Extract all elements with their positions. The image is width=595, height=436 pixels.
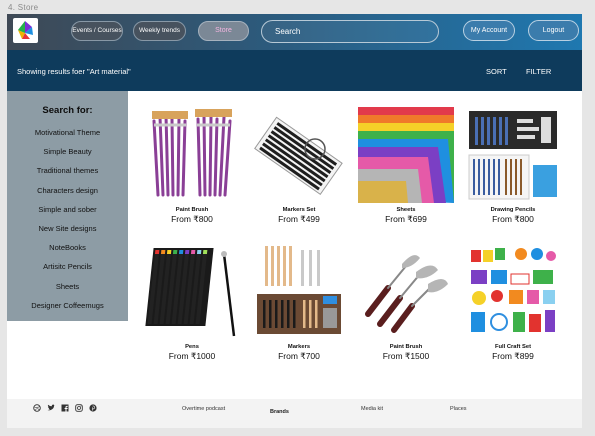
product-price: From ₹800: [492, 214, 534, 224]
sidebar-item-characters-design[interactable]: Characters design: [7, 186, 128, 195]
product-name: Markers Set: [282, 207, 316, 213]
sidebar-item-new-site-designs[interactable]: New Site designs: [7, 224, 128, 233]
sidebar-item-artistic-pencils[interactable]: Artisitc Pencils: [7, 262, 128, 271]
product-price: From ₹499: [278, 214, 320, 224]
facebook-icon[interactable]: [61, 404, 69, 412]
palette-knives-image: [358, 244, 454, 340]
sidebar-item-notebooks[interactable]: NoteBooks: [7, 243, 128, 252]
pinterest-icon[interactable]: [89, 404, 97, 412]
logo[interactable]: [13, 18, 38, 43]
results-summary: Showing results foer "Art material": [17, 67, 131, 76]
header-bar: Events / Courses Weekly trends Store Sea…: [7, 14, 582, 50]
product-name: Paint Brush: [389, 344, 423, 350]
sidebar-title: Search for:: [42, 105, 93, 116]
product-name: Markers: [287, 344, 311, 350]
nav-events-courses[interactable]: Events / Courses: [71, 21, 123, 41]
twitter-icon[interactable]: [47, 404, 55, 412]
product-name: Sheets: [396, 207, 416, 213]
product-price: From ₹700: [278, 351, 320, 361]
search-input[interactable]: Search: [261, 20, 439, 43]
glitter-sheets-image: [358, 107, 454, 203]
sidebar-item-motivational-theme[interactable]: Motivational Theme: [7, 128, 128, 137]
logout-button[interactable]: Logout: [528, 20, 579, 41]
product-name: Pens: [185, 344, 199, 350]
markers-set-image: [251, 107, 347, 203]
instagram-icon[interactable]: [75, 404, 83, 412]
product-price: From ₹1500: [382, 351, 430, 361]
paint-brushes-image: [144, 107, 240, 203]
sidebar-item-sheets[interactable]: Sheets: [7, 282, 128, 291]
footer-link-overtime-podcast[interactable]: Overtime podcast: [182, 406, 225, 412]
sidebar-item-designer-coffeemugs[interactable]: Designer Coffeemugs: [7, 301, 128, 310]
product-price: From ₹699: [385, 214, 427, 224]
sort-button[interactable]: SORT: [486, 67, 507, 76]
social-links: [33, 404, 97, 412]
nav-weekly-trends[interactable]: Weekly trends: [133, 21, 186, 41]
product-price: From ₹899: [492, 351, 534, 361]
product-price: From ₹1000: [168, 351, 216, 361]
sidebar-item-simple-and-sober[interactable]: Simple and sober: [7, 205, 128, 214]
dribbble-icon[interactable]: [33, 404, 41, 412]
filter-button[interactable]: FILTER: [526, 67, 551, 76]
product-name: Drawing Pencils: [490, 207, 536, 213]
frame-label: 4. Store: [8, 3, 39, 12]
nav-store[interactable]: Store: [198, 21, 249, 41]
product-name: Full Craft Set: [494, 344, 532, 350]
drawing-pencils-kit-image: [465, 107, 561, 203]
my-account-button[interactable]: My Account: [463, 20, 515, 41]
footer-link-media-kit[interactable]: Media kit: [361, 406, 383, 412]
footer: Overtime podcast Brands Media kit Places: [7, 399, 582, 428]
sketch-markers-roll-image: [251, 244, 347, 340]
product-price: From ₹800: [171, 214, 213, 224]
brand-logo-icon: [18, 21, 33, 39]
search-for-sidebar: Search for: Motivational Theme Simple Be…: [7, 91, 128, 321]
craft-set-image: [465, 244, 561, 340]
sidebar-item-traditional-themes[interactable]: Traditional themes: [7, 166, 128, 175]
footer-link-places[interactable]: Places: [450, 406, 467, 412]
sidebar-item-simple-beauty[interactable]: Simple Beauty: [7, 147, 128, 156]
footer-link-brands[interactable]: Brands: [270, 409, 289, 415]
colored-pens-image: [144, 244, 240, 340]
product-name: Paint Brush: [175, 207, 209, 213]
results-bar: Showing results foer "Art material" SORT…: [7, 50, 582, 91]
store-page: Events / Courses Weekly trends Store Sea…: [7, 14, 582, 428]
